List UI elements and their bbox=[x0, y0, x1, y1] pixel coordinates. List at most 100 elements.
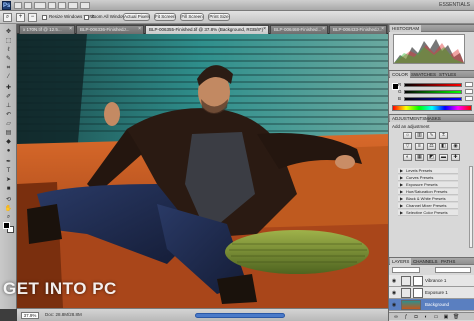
selective-color-icon[interactable]: ✚ bbox=[451, 154, 460, 161]
resize-windows-checkbox[interactable] bbox=[42, 15, 47, 20]
launch-bridge-button[interactable] bbox=[14, 2, 22, 9]
posterize-icon[interactable]: ▦ bbox=[415, 154, 424, 161]
layer-mask-thumbnail[interactable] bbox=[413, 288, 423, 298]
color-balance-icon[interactable]: ⚖ bbox=[427, 143, 436, 150]
zoom-out-icon[interactable]: − bbox=[28, 13, 37, 22]
document-tab[interactable]: BLP-006336-FinishedJ... × bbox=[76, 25, 144, 34]
zoom-all-windows-checkbox[interactable] bbox=[84, 15, 89, 20]
hand-tool-button[interactable] bbox=[48, 2, 56, 9]
preset-item[interactable]: ▶ Hue/Saturation Presets bbox=[398, 189, 458, 195]
green-slider[interactable] bbox=[404, 90, 462, 94]
hand-tool-icon[interactable]: ✋ bbox=[3, 205, 14, 213]
link-layers-icon[interactable]: ∞ bbox=[393, 314, 399, 320]
foreground-color-swatch[interactable] bbox=[3, 222, 10, 229]
threshold-icon[interactable]: ◩ bbox=[427, 154, 436, 161]
close-icon[interactable]: × bbox=[69, 26, 72, 33]
fill-screen-button[interactable]: Fill Screen bbox=[180, 13, 204, 21]
adjustments-scrollbar[interactable] bbox=[469, 166, 473, 248]
marquee-tool-icon[interactable]: ⬚ bbox=[3, 37, 14, 45]
photo-image bbox=[17, 34, 388, 308]
zoom-tool-preset-icon[interactable]: ⌕ bbox=[3, 13, 12, 22]
blue-value-field[interactable] bbox=[465, 96, 473, 101]
close-icon[interactable]: × bbox=[138, 26, 141, 33]
new-adjustment-icon[interactable]: ◐ bbox=[423, 314, 429, 320]
new-group-icon[interactable]: ▭ bbox=[433, 314, 439, 320]
curves-icon[interactable]: ∿ bbox=[427, 132, 436, 139]
eraser-tool-icon[interactable]: ▱ bbox=[3, 120, 14, 128]
photo-filter-icon[interactable]: ◉ bbox=[451, 143, 460, 150]
red-value-field[interactable] bbox=[465, 82, 473, 87]
actual-pixels-button[interactable]: Actual Pixels bbox=[123, 13, 150, 21]
invert-icon[interactable]: ◐ bbox=[403, 154, 412, 161]
workspace-switcher[interactable]: ESSENTIALS bbox=[439, 2, 470, 8]
document-tab[interactable]: x 170N.tif @ 12.5... × bbox=[19, 25, 75, 34]
zoom-tool-button[interactable] bbox=[58, 2, 66, 9]
green-value-field[interactable] bbox=[465, 89, 473, 94]
move-tool-icon[interactable]: ✥ bbox=[3, 28, 14, 36]
zoom-tool-icon[interactable]: ⌕ bbox=[3, 213, 14, 221]
blue-slider[interactable] bbox=[404, 97, 462, 101]
preset-item[interactable]: ▶ Curves Presets bbox=[398, 175, 458, 181]
color-spectrum-bar[interactable] bbox=[392, 105, 472, 111]
gradient-map-icon[interactable]: ▬ bbox=[439, 154, 448, 161]
view-extras-button[interactable] bbox=[24, 2, 32, 9]
preset-item[interactable]: ▶ Selective Color Presets bbox=[398, 210, 458, 216]
new-layer-icon[interactable]: ▣ bbox=[443, 314, 449, 320]
document-tab[interactable]: BLP-006468-Finished... × bbox=[270, 25, 328, 34]
dodge-tool-icon[interactable]: ● bbox=[3, 147, 14, 155]
eyedropper-tool-icon[interactable]: ⁄ bbox=[3, 73, 14, 81]
close-icon[interactable]: × bbox=[263, 26, 266, 33]
layer-row[interactable]: ◉ Exposure 1 bbox=[389, 287, 474, 299]
crop-tool-icon[interactable]: ⌗ bbox=[3, 64, 14, 72]
layer-mask-thumbnail[interactable] bbox=[413, 276, 423, 286]
hue-saturation-icon[interactable]: ≡ bbox=[415, 143, 424, 150]
preset-item[interactable]: ▶ Exposure Presets bbox=[398, 182, 458, 188]
eye-icon[interactable]: ◉ bbox=[391, 290, 397, 296]
shape-tool-icon[interactable]: ■ bbox=[3, 185, 14, 193]
layer-row-selected[interactable]: ◉ Background bbox=[389, 299, 474, 311]
fit-screen-button[interactable]: Fit Screen bbox=[154, 13, 176, 21]
layer-row[interactable]: ◉ Vibrance 1 bbox=[389, 275, 474, 287]
layer-style-icon[interactable]: ƒ bbox=[403, 314, 409, 320]
lasso-tool-icon[interactable]: ℓ bbox=[3, 46, 14, 54]
brush-tool-icon[interactable]: ✐ bbox=[3, 93, 14, 101]
arrange-documents-button[interactable] bbox=[68, 2, 78, 9]
document-size-info[interactable]: Doc: 28.8M/28.8M bbox=[45, 312, 82, 317]
add-mask-icon[interactable]: ◘ bbox=[413, 314, 419, 320]
type-tool-icon[interactable]: T bbox=[3, 167, 14, 175]
brightness-contrast-icon[interactable]: ☼ bbox=[403, 132, 412, 139]
healing-brush-tool-icon[interactable]: ✚ bbox=[3, 84, 14, 92]
preset-item[interactable]: ▶ Levels Presets bbox=[398, 168, 458, 174]
red-slider[interactable] bbox=[404, 83, 462, 87]
document-canvas[interactable] bbox=[17, 34, 388, 308]
vibrance-icon[interactable]: ▽ bbox=[403, 143, 412, 150]
eye-icon[interactable]: ◉ bbox=[391, 302, 397, 308]
document-tab-active[interactable]: BLP-006355-Finished.tif @ 37.8% (Backgro… bbox=[145, 25, 269, 34]
exposure-icon[interactable]: ± bbox=[439, 132, 448, 139]
eye-icon[interactable]: ◉ bbox=[391, 278, 397, 284]
path-selection-tool-icon[interactable]: ➤ bbox=[3, 176, 14, 184]
pen-tool-icon[interactable]: ✒ bbox=[3, 158, 14, 166]
zoom-in-icon[interactable]: + bbox=[16, 13, 25, 22]
blend-mode-dropdown[interactable] bbox=[392, 267, 420, 273]
zoom-level-field[interactable]: 37.9% bbox=[21, 312, 39, 319]
trash-icon[interactable]: 🗑 bbox=[453, 314, 459, 320]
horizontal-scrollbar[interactable] bbox=[195, 313, 285, 318]
opacity-field[interactable] bbox=[435, 267, 471, 273]
preset-item[interactable]: ▶ Black & White Presets bbox=[398, 196, 458, 202]
levels-icon[interactable]: ▥ bbox=[415, 132, 424, 139]
close-icon[interactable]: × bbox=[381, 26, 384, 33]
print-size-button[interactable]: Print Size bbox=[208, 13, 230, 21]
screen-mode-button[interactable] bbox=[80, 2, 90, 9]
clone-stamp-tool-icon[interactable]: ⊥ bbox=[3, 102, 14, 110]
blur-tool-icon[interactable]: ◆ bbox=[3, 138, 14, 146]
zoom-level-dropdown[interactable] bbox=[34, 2, 46, 9]
gradient-tool-icon[interactable]: ▤ bbox=[3, 129, 14, 137]
document-tab[interactable]: BLP-006433-FinishedJ... × bbox=[329, 25, 387, 34]
close-icon[interactable]: × bbox=[322, 26, 325, 33]
preset-item[interactable]: ▶ Channel Mixer Presets bbox=[398, 203, 458, 209]
history-brush-tool-icon[interactable]: ↶ bbox=[3, 111, 14, 119]
3d-rotate-tool-icon[interactable]: ⟲ bbox=[3, 196, 14, 204]
quick-selection-tool-icon[interactable]: ✎ bbox=[3, 55, 14, 63]
black-white-icon[interactable]: ◧ bbox=[439, 143, 448, 150]
